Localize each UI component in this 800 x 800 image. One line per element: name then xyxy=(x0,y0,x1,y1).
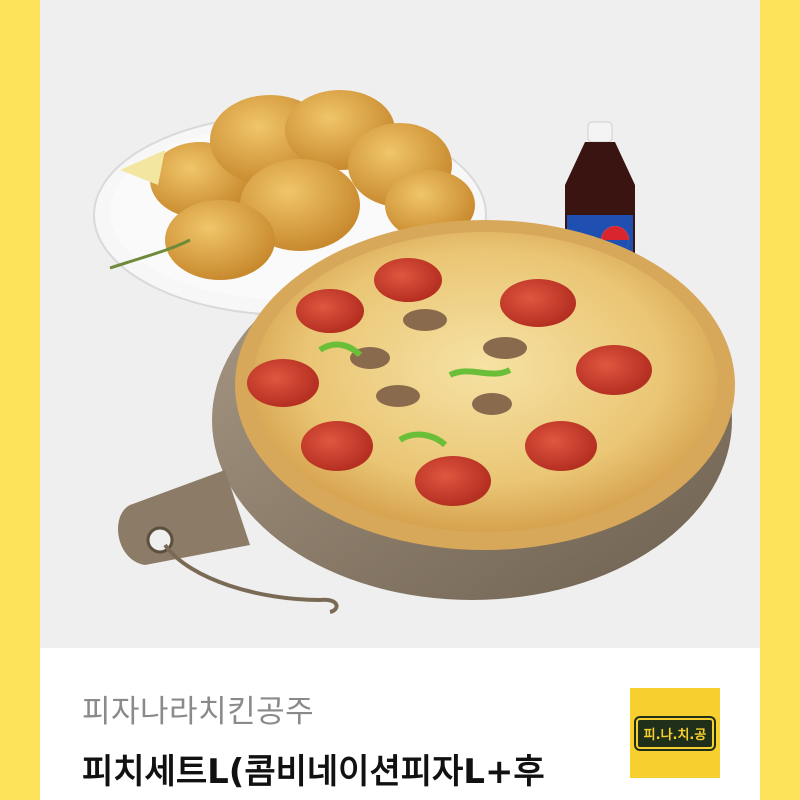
left-yellow-band xyxy=(0,0,40,800)
product-info: 피자나라치킨공주 피치세트L(콤비네이션피자L+후 피.나.치.공 xyxy=(40,648,760,800)
right-yellow-band xyxy=(760,0,800,800)
product-card: 피자나라치킨공주 피치세트L(콤비네이션피자L+후 피.나.치.공 xyxy=(0,0,800,800)
brand-logo: 피.나.치.공 xyxy=(630,688,720,778)
pizza-chicken-cola-photo xyxy=(93,90,735,614)
pizza xyxy=(235,220,735,550)
logo-text: 피.나.치.공 xyxy=(635,717,715,749)
product-image[interactable] xyxy=(40,0,760,648)
product-title[interactable]: 피치세트L(콤비네이션피자L+후 xyxy=(82,744,545,793)
brand-name: 피자나라치킨공주 xyxy=(82,694,315,730)
